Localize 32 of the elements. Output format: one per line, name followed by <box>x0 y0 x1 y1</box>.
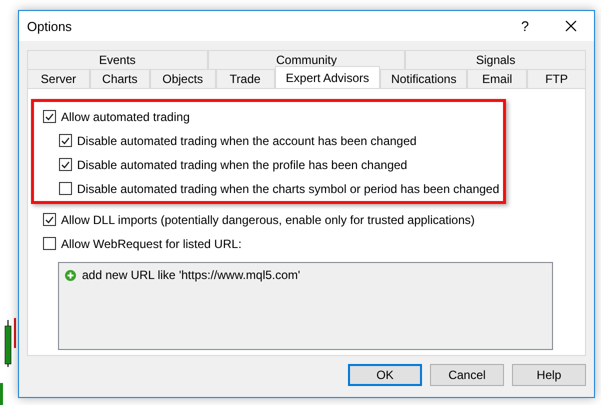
url-list[interactable]: add new URL like 'https://www.mql5.com' <box>58 262 553 350</box>
checkbox-label: Disable automated trading when the profile has been changed <box>77 158 408 172</box>
checkbox-label: Disable automated trading when the account has been changed <box>77 134 417 148</box>
tab[interactable]: FTP <box>527 69 586 88</box>
tab[interactable]: Trade <box>216 69 275 88</box>
tab[interactable]: Email <box>467 69 528 88</box>
tab[interactable]: Objects <box>150 69 216 88</box>
checkbox[interactable] <box>59 134 72 147</box>
checkbox[interactable] <box>43 237 56 250</box>
tab[interactable]: Events <box>27 50 208 69</box>
checkbox[interactable] <box>43 213 56 226</box>
tab[interactable]: Signals <box>405 50 586 69</box>
checkbox-label: Allow DLL imports (potentially dangerous, enable only for trusted applications) <box>61 212 475 226</box>
window-title: Options <box>27 18 73 34</box>
checkbox-label: Allow WebRequest for listed URL: <box>61 236 242 250</box>
dialog-button[interactable]: Cancel <box>430 364 504 386</box>
add-icon[interactable] <box>65 270 76 280</box>
checkbox-label: Allow automated trading <box>61 110 190 124</box>
tab[interactable]: Community <box>208 50 406 69</box>
close-icon[interactable] <box>565 20 577 32</box>
tab[interactable]: Charts <box>90 69 150 88</box>
checkbox[interactable] <box>59 158 72 171</box>
list-item[interactable]: add new URL like 'https://www.mql5.com' <box>82 268 300 282</box>
checkbox[interactable] <box>59 182 72 195</box>
tab[interactable]: Server <box>27 69 90 88</box>
tab[interactable]: Expert Advisors <box>274 66 380 88</box>
checkbox-label: Disable automated trading when the charts symbol or period has been changed <box>77 182 500 196</box>
tab[interactable]: Notifications <box>380 69 468 88</box>
dialog-button[interactable]: Help <box>512 364 586 386</box>
help-button[interactable]: ? <box>502 18 548 34</box>
checkbox[interactable] <box>43 110 56 123</box>
dialog-button[interactable]: OK <box>348 364 422 386</box>
